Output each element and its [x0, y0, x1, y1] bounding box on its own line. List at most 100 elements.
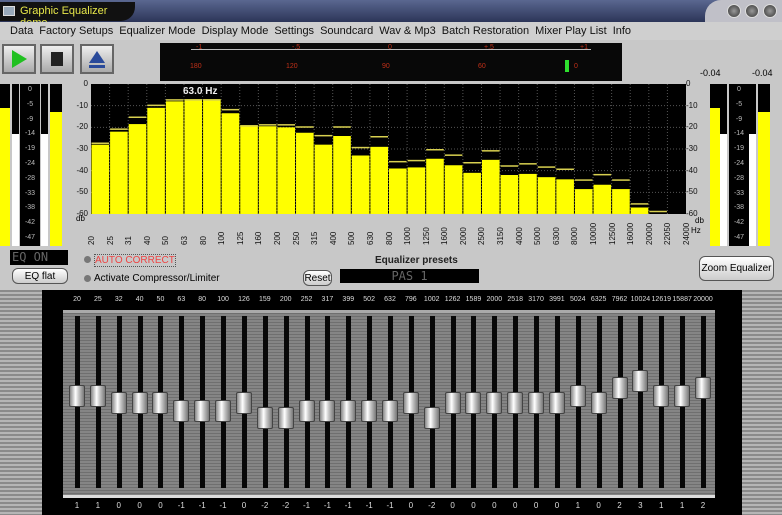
slider-knob-3170[interactable] [528, 392, 545, 414]
preset-display[interactable]: PAS 1 [340, 269, 479, 283]
minimize-button[interactable] [727, 4, 741, 18]
maximize-button[interactable] [745, 4, 759, 18]
slider-knob-7962[interactable] [611, 377, 628, 399]
left-meter-scale-label: -9 [26, 115, 34, 123]
slider-knob-317[interactable] [319, 399, 336, 422]
peak-marker [389, 160, 407, 163]
slider-knob-63[interactable] [173, 399, 190, 422]
compressor-radio[interactable] [84, 275, 91, 282]
close-button[interactable] [763, 4, 777, 18]
slider-value-label: -1 [365, 501, 373, 510]
slider-knob-5024[interactable] [569, 384, 586, 407]
menu-item-factory-setups[interactable]: Factory Setups [39, 25, 113, 37]
peak-marker [426, 149, 444, 151]
right-meter-scale-label: -5 [735, 100, 743, 108]
display-top-scale-label: 0 [388, 44, 392, 51]
slider-value-label: 1 [575, 501, 581, 510]
eject-icon [89, 51, 105, 68]
x-tick-label: 25 [105, 236, 115, 245]
eq-flat-button[interactable]: EQ flat [12, 268, 68, 284]
x-tick-label: 20 [87, 236, 96, 245]
eject-button[interactable] [80, 44, 114, 74]
right-meter-fill [758, 112, 770, 246]
left-meter-fill [50, 112, 62, 246]
slider-value-label: -2 [428, 501, 436, 510]
zoom-equalizer-button[interactable]: Zoom Equalizer [699, 256, 774, 281]
slider-knob-200[interactable] [277, 407, 294, 429]
slider-knob-20[interactable] [69, 384, 85, 407]
menu-item-batch-restoration[interactable]: Batch Restoration [442, 25, 529, 37]
slider-knob-2518[interactable] [507, 392, 524, 414]
slider-track[interactable] [429, 316, 435, 488]
slider-knob-25[interactable] [89, 384, 106, 407]
slider-knob-1589[interactable] [465, 392, 482, 414]
spectrum-bar [296, 132, 314, 214]
display-bottom-scale-label: 60 [478, 63, 486, 70]
slider-value-label: 2 [617, 501, 622, 510]
slider-knob-399[interactable] [340, 399, 357, 422]
slider-value-label: -1 [344, 501, 352, 510]
stop-button[interactable] [40, 44, 74, 74]
spectrum-bar [556, 179, 574, 214]
slider-knob-2000[interactable] [486, 392, 503, 414]
app-icon[interactable] [3, 6, 15, 16]
y-tick-label-left: -10 [76, 100, 88, 110]
panel-side [742, 290, 782, 515]
auto-correct-radio[interactable] [84, 256, 91, 263]
menu-item-equalizer-mode[interactable]: Equalizer Mode [119, 25, 195, 37]
slider-knob-126[interactable] [235, 392, 252, 414]
slider-knob-12619[interactable] [653, 384, 670, 407]
left-meter-scale-label: -42 [24, 219, 36, 227]
auto-correct-label[interactable]: AUTO CORRECT [94, 254, 176, 267]
slider-value-label: -2 [282, 501, 290, 510]
slider-knob-252[interactable] [298, 399, 315, 422]
peak-marker [407, 159, 426, 162]
slider-knob-796[interactable] [402, 392, 419, 414]
display-top-scale-label: +1 [580, 44, 588, 51]
peak-marker [221, 108, 240, 111]
slider-track[interactable] [638, 316, 644, 488]
slider-track[interactable] [701, 316, 706, 488]
right-meter-scale-label: 0 [737, 86, 741, 93]
slider-knob-1262[interactable] [444, 392, 461, 414]
x-tick-label: 400 [328, 231, 338, 245]
compressor-label[interactable]: Activate Compressor/Limiter [94, 273, 220, 284]
reset-button[interactable]: Reset [303, 270, 332, 286]
slider-knob-100[interactable] [215, 399, 232, 422]
slider-value-label: 3 [638, 501, 643, 510]
x-tick-label: 8000 [570, 227, 580, 245]
slider-knob-632[interactable] [382, 399, 398, 422]
menu-item-mixer-play-list[interactable]: Mixer Play List [535, 25, 607, 37]
right-meter-scale-label: -24 [733, 160, 745, 167]
menu-item-info[interactable]: Info [613, 25, 631, 37]
slider-knob-32[interactable] [110, 392, 127, 414]
x-tick-label: 4000 [514, 227, 524, 245]
slider-knob-10024[interactable] [632, 369, 649, 392]
play-button[interactable] [2, 44, 36, 74]
slider-knob-159[interactable] [256, 407, 273, 429]
slider-track[interactable] [283, 316, 289, 488]
slider-knob-3991[interactable] [548, 392, 565, 414]
peak-marker [370, 136, 388, 138]
menu-item-wav-mp3[interactable]: Wav & Mp3 [379, 25, 435, 37]
slider-knob-50[interactable] [152, 392, 169, 414]
slider-knob-15887[interactable] [674, 384, 691, 407]
y-tick-label-right: -50 [686, 187, 698, 197]
slider-value-label: 0 [471, 501, 476, 510]
menu-item-display-mode[interactable]: Display Mode [202, 25, 269, 37]
slider-track[interactable] [262, 316, 268, 488]
display-top-scale-label: -1 [196, 44, 203, 51]
slider-value-label: 0 [554, 501, 560, 510]
menu-item-settings[interactable]: Settings [274, 25, 314, 37]
slider-knob-6325[interactable] [590, 392, 607, 414]
slider-knob-80[interactable] [194, 399, 211, 422]
slider-knob-40[interactable] [131, 392, 148, 414]
slider-knob-1002[interactable] [423, 407, 440, 429]
spectrum-bar [537, 177, 556, 214]
menu-item-soundcard[interactable]: Soundcard [320, 25, 373, 37]
slider-track[interactable] [617, 316, 623, 488]
slider-knob-20000[interactable] [695, 377, 711, 399]
peak-marker [444, 154, 463, 156]
menu-item-data[interactable]: Data [10, 25, 33, 37]
slider-knob-502[interactable] [361, 399, 378, 422]
